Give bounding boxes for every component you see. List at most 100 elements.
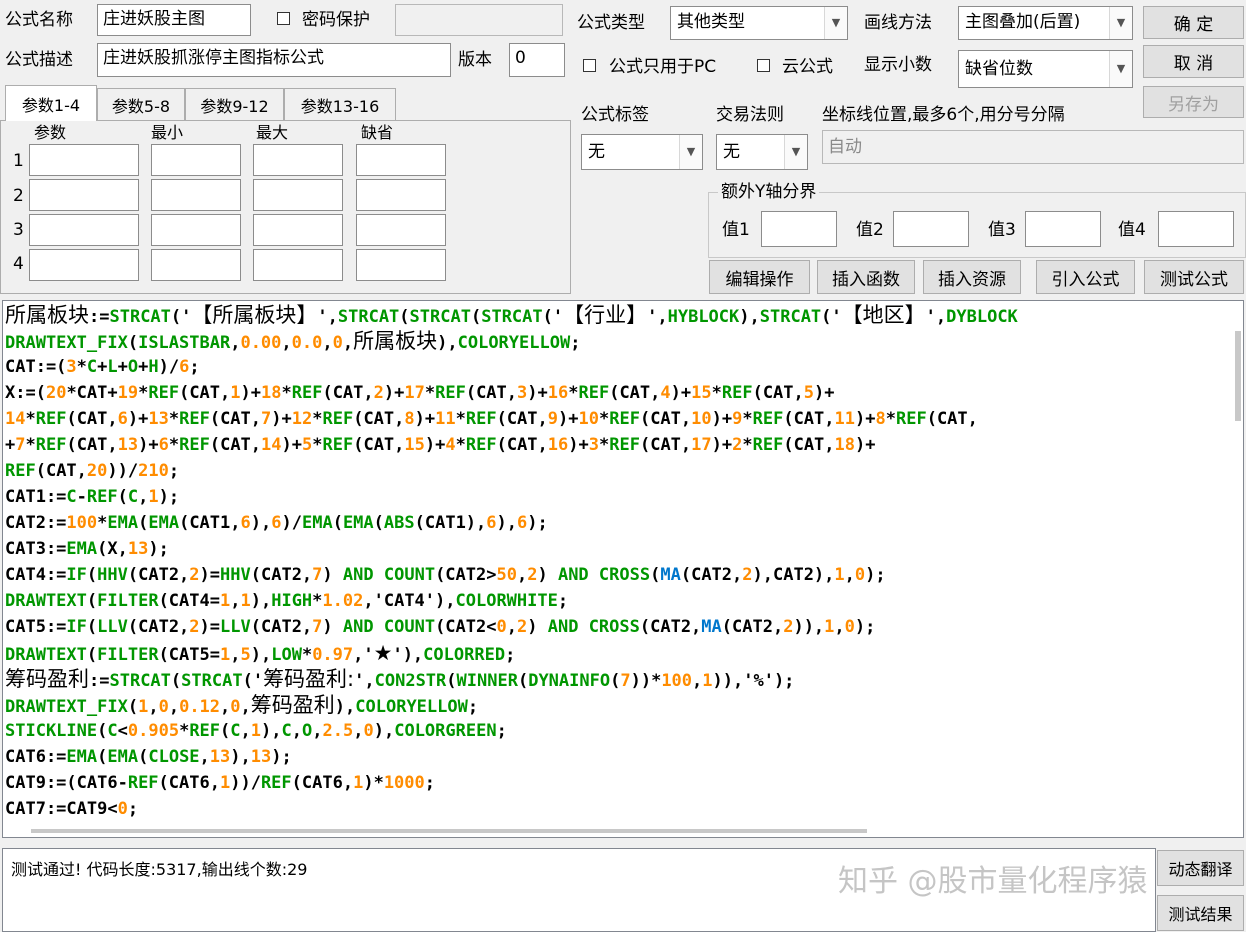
code-line[interactable]: +7*REF(CAT,13)+6*REF(CAT,14)+5*REF(CAT,1… xyxy=(5,432,876,458)
code-line[interactable]: X:=(20*CAT+19*REF(CAT,1)+18*REF(CAT,2)+1… xyxy=(5,380,835,406)
param-header-default: 缺省 xyxy=(361,123,394,142)
axis-line-input[interactable]: 自动 xyxy=(822,130,1244,164)
formula-desc-label: 公式描述 xyxy=(5,50,73,70)
code-editor[interactable]: 所属板块:=STRCAT('【所属板块】',STRCAT(STRCAT(STRC… xyxy=(2,300,1244,838)
param-2-min-input[interactable] xyxy=(151,179,241,211)
param-1-max-input[interactable] xyxy=(253,144,343,176)
y-value-1-label: 值1 xyxy=(722,220,750,240)
code-line[interactable]: CAT5:=IF(LLV(CAT2,2)=LLV(CAT2,7) AND COU… xyxy=(5,614,875,640)
pc-only-label: 公式只用于PC xyxy=(609,57,717,77)
formula-tag-value: 无 xyxy=(588,142,605,162)
chevron-down-icon: ▼ xyxy=(1109,51,1132,87)
import-formula-button[interactable]: 引入公式 xyxy=(1036,260,1135,294)
tab-params-5-8[interactable]: 参数5-8 xyxy=(97,88,185,120)
code-line[interactable]: CAT:=(3*C+L+O+H)/6; xyxy=(5,354,200,380)
draw-method-value: 主图叠加(后置) xyxy=(965,12,1081,32)
tab-params-13-16[interactable]: 参数13-16 xyxy=(284,88,396,120)
chevron-down-icon: ▼ xyxy=(784,135,807,169)
tab-params-1-4[interactable]: 参数1-4 xyxy=(5,85,97,121)
param-4-max-input[interactable] xyxy=(253,249,343,281)
code-line[interactable]: DRAWTEXT(FILTER(CAT5=1,5),LOW*0.97,'★'),… xyxy=(5,640,515,666)
decimal-value: 缺省位数 xyxy=(965,59,1033,79)
param-3-default-input[interactable] xyxy=(356,214,446,246)
param-3-min-input[interactable] xyxy=(151,214,241,246)
cloud-checkbox[interactable] xyxy=(757,59,770,72)
code-line[interactable]: STICKLINE(C<0.905*REF(C,1),C,O,2.5,0),CO… xyxy=(5,718,507,744)
vertical-scrollbar[interactable] xyxy=(1235,331,1241,421)
param-2-max-input[interactable] xyxy=(253,179,343,211)
status-message: 测试通过! 代码长度:5317,输出线个数:29 xyxy=(11,860,308,879)
test-formula-button[interactable]: 测试公式 xyxy=(1144,260,1244,294)
params-panel: 参数 最小 最大 缺省 1 2 3 4 xyxy=(0,120,571,294)
code-line[interactable]: CAT7:=CAT9<0; xyxy=(5,796,138,822)
watermark: 知乎 @股市量化程序猿 xyxy=(838,864,1148,899)
formula-type-select[interactable]: 其他类型 ▼ xyxy=(670,6,848,40)
y-value-2-input[interactable] xyxy=(893,211,969,247)
param-2-name-input[interactable] xyxy=(29,179,139,211)
code-line[interactable]: DRAWTEXT(FILTER(CAT4=1,1),HIGH*1.02,'CAT… xyxy=(5,588,568,614)
trade-rule-select[interactable]: 无 ▼ xyxy=(716,134,808,170)
insert-resource-button[interactable]: 插入资源 xyxy=(923,260,1021,294)
param-1-default-input[interactable] xyxy=(356,144,446,176)
decimal-label: 显示小数 xyxy=(864,55,932,75)
param-header-max: 最大 xyxy=(256,123,289,142)
extra-y-axis-label: 额外Y轴分界 xyxy=(718,181,820,203)
decimal-select[interactable]: 缺省位数 ▼ xyxy=(958,50,1133,88)
draw-method-select[interactable]: 主图叠加(后置) ▼ xyxy=(958,6,1133,40)
code-line[interactable]: 14*REF(CAT,6)+13*REF(CAT,7)+12*REF(CAT,8… xyxy=(5,406,978,432)
y-value-4-input[interactable] xyxy=(1158,211,1234,247)
code-line[interactable]: DRAWTEXT_FIX(ISLASTBAR,0.00,0.0,0,所属板块),… xyxy=(5,328,580,354)
y-value-1-input[interactable] xyxy=(761,211,837,247)
axis-line-label: 坐标线位置,最多6个,用分号分隔 xyxy=(822,105,1065,125)
tab-params-9-12[interactable]: 参数9-12 xyxy=(185,88,284,120)
trade-rule-label: 交易法则 xyxy=(716,105,784,125)
formula-desc-input[interactable]: 庄进妖股抓涨停主图指标公式 xyxy=(97,43,451,77)
param-3-name-input[interactable] xyxy=(29,214,139,246)
y-value-2-label: 值2 xyxy=(856,220,884,240)
code-line[interactable]: CAT9:=(CAT6-REF(CAT6,1))/REF(CAT6,1)*100… xyxy=(5,770,435,796)
version-input[interactable]: 0 xyxy=(509,43,565,77)
param-1-name-input[interactable] xyxy=(29,144,139,176)
y-value-3-input[interactable] xyxy=(1025,211,1101,247)
code-line[interactable]: 所属板块:=STRCAT('【所属板块】',STRCAT(STRCAT(STRC… xyxy=(5,302,1018,328)
formula-name-label: 公式名称 xyxy=(5,10,73,30)
param-row-number: 1 xyxy=(13,151,24,171)
code-line[interactable]: 筹码盈利:=STRCAT(STRCAT('筹码盈利:',CON2STR(WINN… xyxy=(5,666,794,692)
horizontal-scrollbar[interactable] xyxy=(31,829,867,833)
password-checkbox[interactable] xyxy=(277,12,290,25)
param-row-number: 4 xyxy=(13,254,24,274)
code-line[interactable]: CAT1:=C-REF(C,1); xyxy=(5,484,179,510)
formula-tag-label: 公式标签 xyxy=(581,105,649,125)
param-4-min-input[interactable] xyxy=(151,249,241,281)
draw-method-label: 画线方法 xyxy=(864,13,932,33)
formula-tag-select[interactable]: 无 ▼ xyxy=(581,134,703,170)
dynamic-translate-button[interactable]: 动态翻译 xyxy=(1157,850,1244,886)
param-2-default-input[interactable] xyxy=(356,179,446,211)
trade-rule-value: 无 xyxy=(723,142,740,162)
param-4-name-input[interactable] xyxy=(29,249,139,281)
y-value-4-label: 值4 xyxy=(1118,220,1146,240)
param-row-number: 3 xyxy=(13,220,24,240)
code-line[interactable]: CAT4:=IF(HHV(CAT2,2)=HHV(CAT2,7) AND COU… xyxy=(5,562,886,588)
cancel-button[interactable]: 取 消 xyxy=(1143,45,1244,78)
chevron-down-icon: ▼ xyxy=(679,135,702,169)
code-line[interactable]: CAT2:=100*EMA(EMA(CAT1,6),6)/EMA(EMA(ABS… xyxy=(5,510,548,536)
param-header-min: 最小 xyxy=(151,123,184,142)
code-line[interactable]: REF(CAT,20))/210; xyxy=(5,458,179,484)
code-line[interactable]: DRAWTEXT_FIX(1,0,0.12,0,筹码盈利),COLORYELLO… xyxy=(5,692,478,718)
param-4-default-input[interactable] xyxy=(356,249,446,281)
ok-button[interactable]: 确 定 xyxy=(1143,6,1244,39)
y-value-3-label: 值3 xyxy=(988,220,1016,240)
insert-function-button[interactable]: 插入函数 xyxy=(817,260,915,294)
code-line[interactable]: CAT3:=EMA(X,13); xyxy=(5,536,169,562)
formula-name-input[interactable]: 庄进妖股主图 xyxy=(97,4,251,36)
chevron-down-icon: ▼ xyxy=(824,7,847,39)
param-3-max-input[interactable] xyxy=(253,214,343,246)
param-1-min-input[interactable] xyxy=(151,144,241,176)
pc-only-checkbox[interactable] xyxy=(583,59,596,72)
save-as-button: 另存为 xyxy=(1143,86,1244,118)
test-result-button[interactable]: 测试结果 xyxy=(1157,895,1244,931)
code-line[interactable]: CAT6:=EMA(EMA(CLOSE,13),13); xyxy=(5,744,292,770)
formula-type-value: 其他类型 xyxy=(677,12,745,32)
edit-operation-button[interactable]: 编辑操作 xyxy=(709,260,810,294)
